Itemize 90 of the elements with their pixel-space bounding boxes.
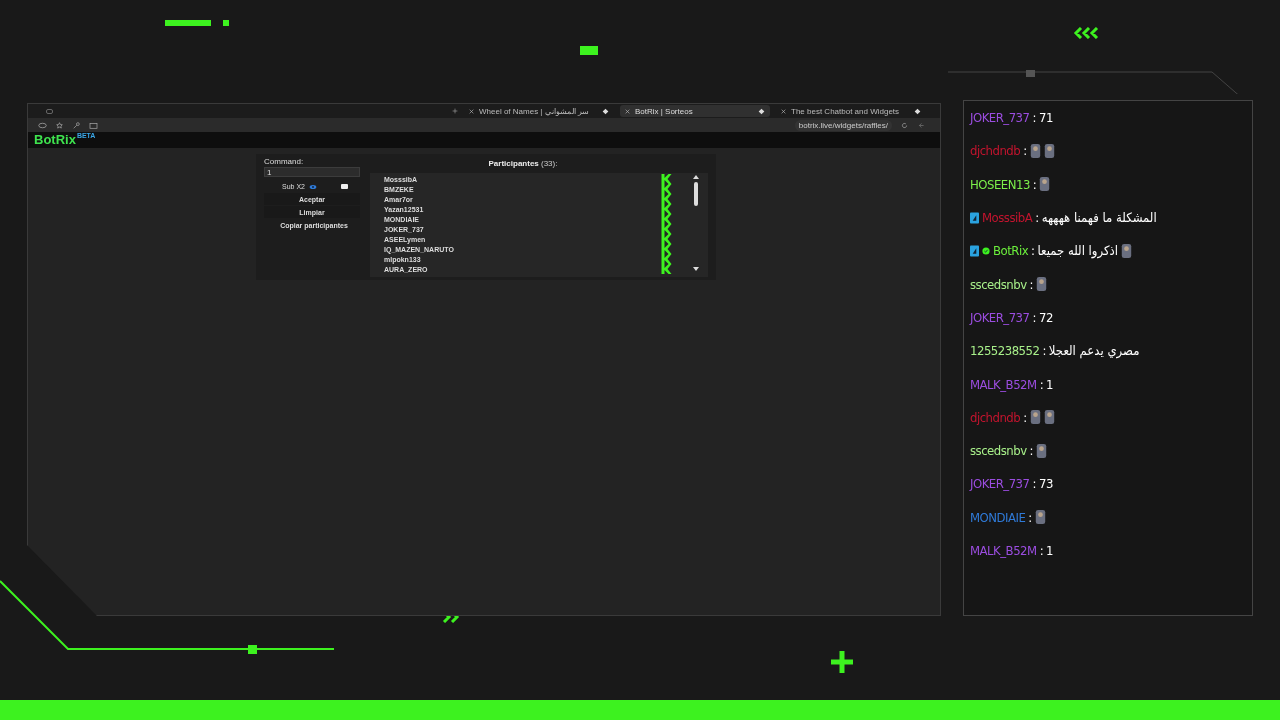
username: JOKER_737 [970,309,1030,325]
k-logo-icon [661,244,672,254]
username: JOKER_737 [970,476,1030,492]
colon-text: : [1032,309,1036,325]
window-control-icon[interactable] [46,108,53,114]
message-text: المشكلة ما فهمنا ههههه [1041,210,1157,226]
deco-square [580,46,598,55]
sub-badge-icon [970,211,979,224]
browser-tab[interactable]: The best Chatbot and Widgets [776,105,926,117]
emote-icon [1036,275,1048,294]
username: JOKER_737 [970,110,1030,126]
eye-icon [308,183,317,190]
message-text: 1 [1046,376,1054,392]
close-icon [625,108,630,114]
chevrons-icon [1073,27,1101,39]
field-label: Command: [264,157,305,166]
username: 1255238552 [970,343,1040,359]
message-text: اذكروا الله جميعا [1037,243,1118,259]
username: sscedsnbv [970,276,1027,292]
k-logo-icon [661,194,672,204]
tab-title: The best Chatbot and Widgets [791,106,901,116]
address-field[interactable]: botrix.live/widgets/raffles/ [794,119,892,131]
message-text: مصري يدعم العجلا [1048,343,1140,359]
username: HOSEEN13 [970,176,1030,192]
username: djchdndb [970,143,1021,159]
browser-tab[interactable]: BotRix | Sorteos [620,105,770,117]
star-icon [55,121,64,129]
browser-tab[interactable]: Wheel of Names | سر المشواني [464,105,614,117]
plus-icon [830,650,854,674]
k-logo-icon [661,214,672,224]
message-text: 1 [1046,543,1054,558]
colon-text: : [1035,210,1039,226]
eye-icon [38,121,47,129]
diamond-icon [758,107,765,115]
new-tab-icon[interactable] [452,108,458,114]
username: MALK_B52M [970,376,1037,392]
username: MALK_B52M [970,543,1037,558]
colon-text: : [1023,409,1027,425]
colon-text: : [1032,110,1036,126]
message-text: 71 [1038,110,1053,126]
k-logo-icon [661,234,672,244]
colon-text: : [1023,143,1027,159]
k-logo-icon [661,224,672,234]
emote-icon [1039,175,1051,194]
close-icon [781,108,786,114]
tab-title: Wheel of Names | سر المشواني [479,106,590,116]
tabs-icon [89,121,98,129]
checkbox[interactable] [340,184,348,189]
k-logo-icon [661,184,672,194]
tab-title: BotRix | Sorteos [635,106,694,116]
emote-icon [1034,508,1046,527]
colon-text: : [1029,276,1034,292]
emote-icon [1121,241,1132,260]
colon-text: : [1031,243,1035,259]
check-badge-icon [982,246,990,255]
sub-badge-icon [970,244,979,257]
reload-icon [900,121,909,129]
diamond-icon [602,107,609,115]
colon-text: : [1032,176,1037,192]
diamond-icon [914,107,921,115]
emote-icon [1029,408,1041,427]
colon-text: : [1032,476,1036,492]
emote-icon [1029,141,1041,160]
command-field[interactable]: 1 [264,167,360,177]
username: djchdndb [970,409,1021,425]
plus-icon [452,108,458,114]
deco-square [223,20,229,26]
key-icon [72,121,81,129]
colon-text: : [1039,376,1044,392]
username: BotRix [993,243,1029,259]
k-logo-icon [661,264,672,274]
close-icon [469,108,474,114]
back-icon [917,121,926,129]
list-heading: Participantes (33): [487,158,559,170]
username: MONDIAIE [970,509,1026,525]
emote-icon [1043,141,1055,160]
message-text: 72 [1038,309,1053,325]
colon-text: : [1029,443,1034,459]
logo: BotRix [34,132,76,148]
emote-icon [1043,408,1055,427]
username: MosssibA [982,210,1033,226]
username: sscedsnbv [970,443,1027,459]
k-logo-icon [661,174,672,184]
k-logo-icon [661,254,672,264]
colon-text: : [1042,343,1046,359]
colon-text: : [1039,543,1044,558]
message-text: 73 [1038,476,1053,492]
emote-icon [1036,441,1048,460]
colon-text: : [1028,509,1032,525]
k-logo-icon [661,204,672,214]
